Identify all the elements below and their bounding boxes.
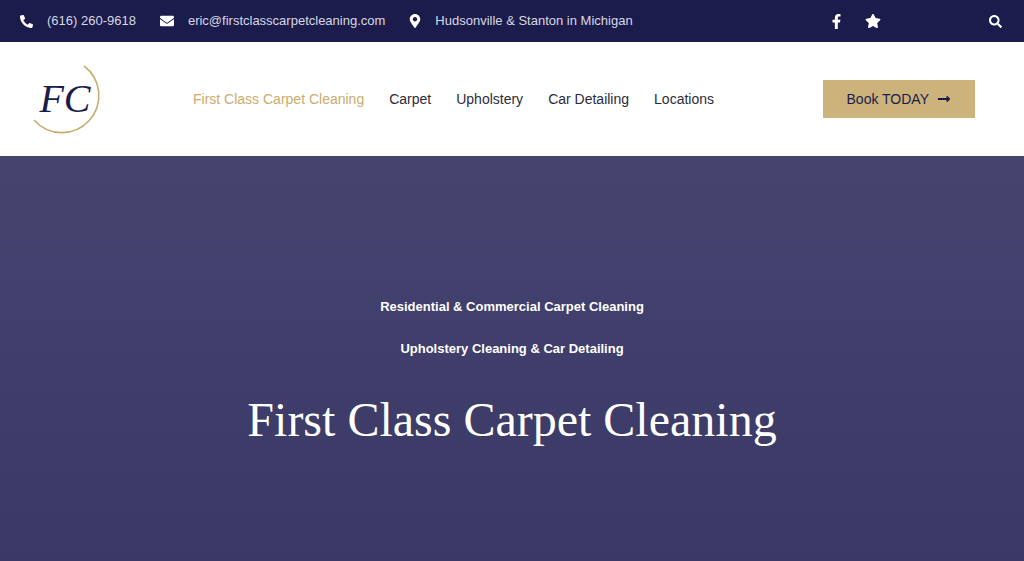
page: (616) 260-9618 eric@firstclasscarpetclean…	[0, 0, 1024, 561]
phone[interactable]: (616) 260-9618	[20, 11, 136, 31]
hero-title: First Class Carpet Cleaning	[247, 391, 776, 449]
star-icon[interactable]	[865, 13, 881, 29]
logo[interactable]: FC	[24, 58, 106, 140]
map-pin-icon	[409, 14, 421, 28]
hero-subtitle: Upholstery Cleaning & Car Detailing	[400, 341, 623, 357]
facebook-icon[interactable]	[830, 14, 843, 29]
nav-item[interactable]: Upholstery	[456, 89, 523, 110]
header: FC First Class Carpet Cleaning Carpet Uphol…	[0, 42, 1024, 156]
book-button[interactable]: Book TODAY	[823, 80, 975, 118]
hero: Residential & Commercial Carpet Cleaning…	[0, 156, 1024, 561]
top-bar: (616) 260-9618 eric@firstclasscarpetclean…	[0, 0, 1024, 42]
email[interactable]: eric@firstclasscarpetcleaning.com	[160, 11, 385, 31]
envelope-icon	[160, 14, 174, 28]
phone-icon	[20, 15, 33, 28]
nav-item[interactable]: Locations	[654, 89, 714, 110]
nav-item[interactable]: Carpet	[389, 89, 431, 110]
location: Hudsonville & Stanton in Michigan	[409, 11, 632, 31]
nav-item[interactable]: Car Detailing	[548, 89, 629, 110]
search-icon[interactable]	[989, 15, 1002, 28]
hero-subtitle: Residential & Commercial Carpet Cleaning	[380, 299, 644, 315]
main-nav: First Class Carpet Cleaning Carpet Upholst…	[193, 89, 714, 110]
nav-item[interactable]: First Class Carpet Cleaning	[193, 89, 364, 110]
arrow-right-icon	[937, 92, 951, 106]
